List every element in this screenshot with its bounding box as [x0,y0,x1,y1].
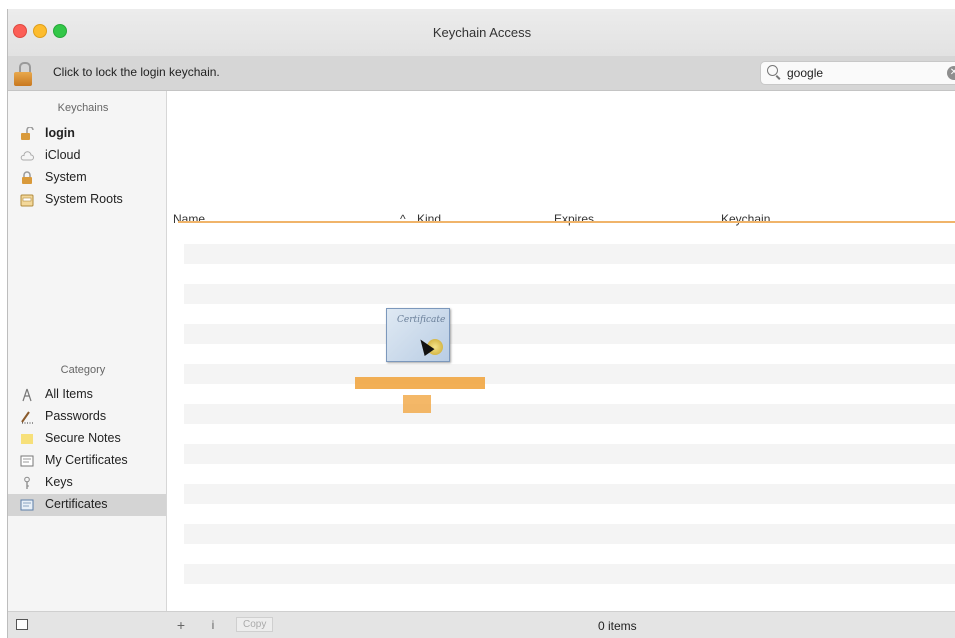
search-icon [767,65,778,76]
sidebar-item-all-items[interactable]: All Items [8,384,166,406]
sidebar-item-system-roots[interactable]: System Roots [8,189,166,211]
key-icon [20,476,34,490]
table-row [184,284,955,304]
table-row [184,524,955,544]
table-rows [184,244,955,600]
status-bar: + i Copy 0 items [8,611,955,638]
copy-button[interactable]: Copy [236,617,274,632]
sidebar-item-label: login [45,126,75,140]
sidebar-item-keys[interactable]: Keys [8,472,166,494]
sidebar-item-label: Keys [45,475,73,489]
table-row [184,404,955,424]
sidebar-item-system[interactable]: System [8,167,166,189]
table-row [184,364,955,384]
cabinet-icon [20,193,34,207]
certificate-icon [20,454,34,468]
sidebar-item-label: Passwords [45,409,107,423]
lock-bar: Click to lock the login keychain. google… [8,56,955,91]
column-header-kind[interactable]: Kind [417,212,441,226]
unlocked-padlock-icon [20,126,34,141]
keychains-heading: Keychains [57,102,109,114]
sidebar: Keychains login iCloud System System Roo… [8,91,167,611]
sort-indicator-icon: ^ [400,212,406,226]
toggle-sidebar-button[interactable] [16,619,28,630]
pencil-icon [20,410,34,424]
redacted-filename-extension [403,395,431,413]
title-bar[interactable]: Keychain Access [8,9,955,56]
sidebar-item-label: System Roots [45,192,123,206]
window-title: Keychain Access [432,25,532,40]
sidebar-item-label: iCloud [45,148,81,162]
certificate-file-icon: Certificate [386,308,450,362]
table-row [184,564,955,584]
sidebar-item-passwords[interactable]: Passwords [8,406,166,428]
add-item-button[interactable]: + [173,616,189,634]
table-row [184,484,955,504]
get-info-button[interactable]: i [206,616,220,634]
search-field[interactable]: google ✕ [760,61,955,85]
sidebar-item-label: Secure Notes [45,431,121,445]
sidebar-item-my-certificates[interactable]: My Certificates [8,450,166,472]
cloud-icon [20,149,34,163]
table-row [184,244,955,264]
table-row [184,444,955,464]
redacted-filename [355,377,485,389]
sort-highlight-line [178,221,955,223]
lock-keychain-button[interactable] [14,62,32,86]
certificate-icon [20,498,34,512]
lock-keychain-label: Click to lock the login keychain. [53,65,220,79]
sidebar-item-login[interactable]: login [8,123,166,145]
column-header-name[interactable]: Name [173,212,205,226]
item-count: 0 items [598,619,637,633]
dragged-certificate[interactable]: Certificate [386,308,450,362]
search-input-value[interactable]: google [787,66,823,80]
category-heading: Category [60,364,106,376]
sidebar-item-certificates[interactable]: Certificates [8,494,166,516]
clear-search-icon[interactable]: ✕ [947,66,955,80]
sidebar-item-label: Certificates [45,497,108,511]
note-icon [20,432,34,446]
sidebar-item-label: My Certificates [45,453,128,467]
column-header-keychain[interactable]: Keychain [721,212,770,226]
column-header-expires[interactable]: Expires [554,212,594,226]
padlock-icon [20,171,34,185]
sidebar-item-secure-notes[interactable]: Secure Notes [8,428,166,450]
table-row [184,324,955,344]
sidebar-item-label: System [45,170,87,184]
sidebar-item-label: All Items [45,387,93,401]
all-items-icon [20,388,34,402]
sidebar-item-icloud[interactable]: iCloud [8,145,166,167]
